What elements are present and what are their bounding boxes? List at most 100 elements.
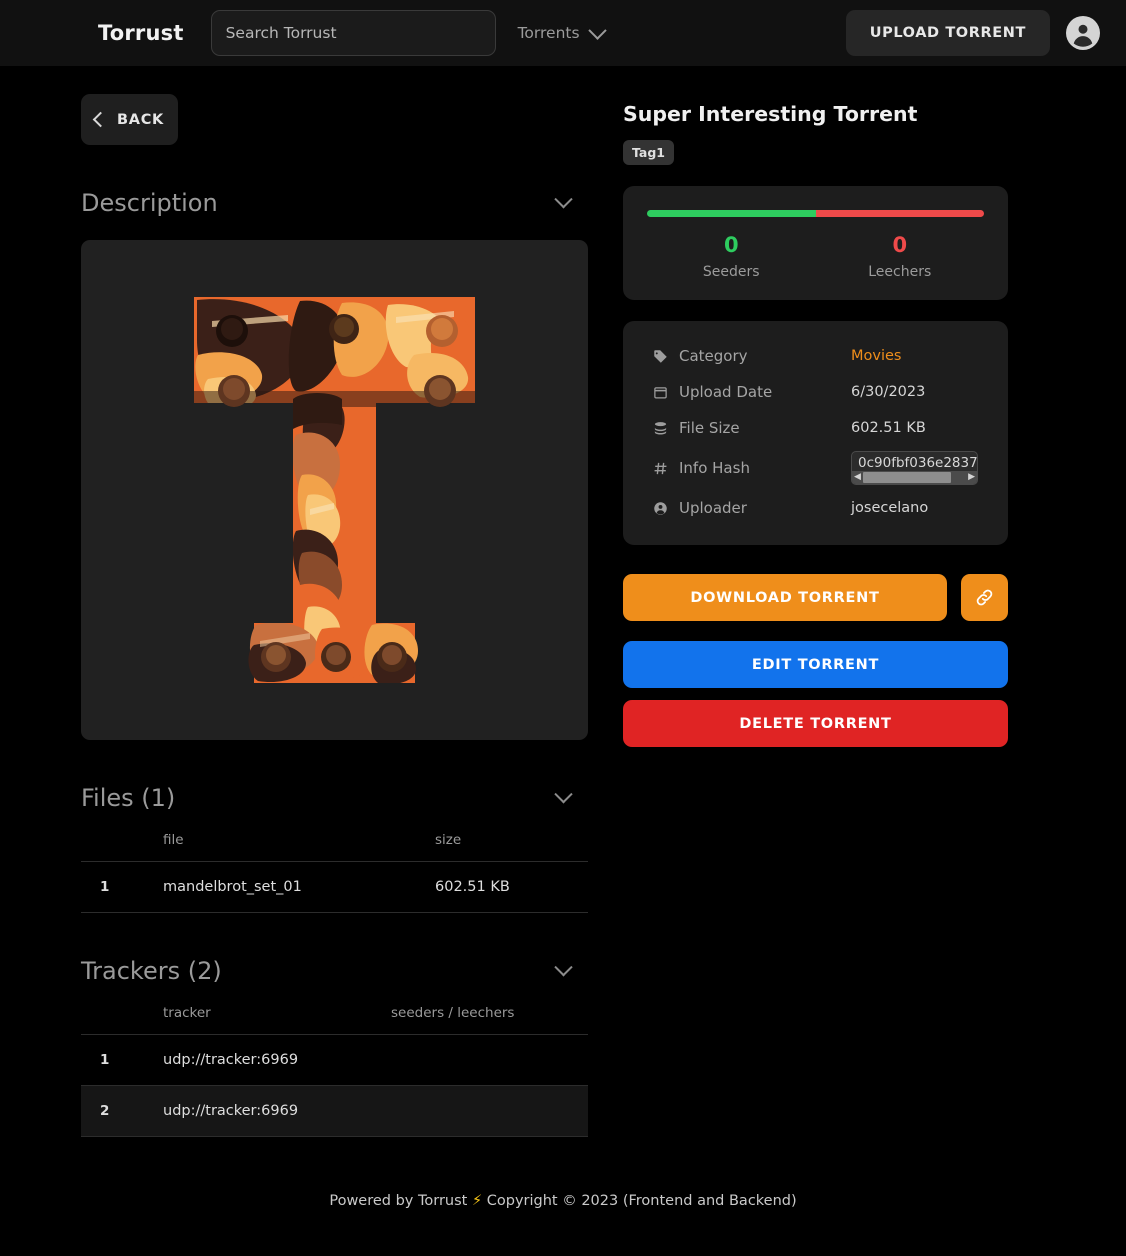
- detail-value-file-size: 602.51 KB: [851, 420, 926, 436]
- nav-torrents-label: Torrents: [517, 24, 580, 42]
- chevron-left-icon: [92, 111, 109, 128]
- tracker-row-index: 1: [81, 1034, 163, 1086]
- chevron-down-icon: [587, 20, 607, 40]
- section-title-description: Description: [81, 189, 218, 217]
- detail-key-category: Category: [679, 347, 748, 365]
- detail-row-category: Category Movies: [653, 338, 978, 374]
- calendar-icon: [653, 385, 679, 400]
- detail-key-uploader: Uploader: [679, 499, 747, 517]
- header-actions: UPLOAD TORRENT: [845, 10, 1100, 56]
- detail-key-upload-date: Upload Date: [679, 383, 773, 401]
- files-table: file size 1 mandelbrot_set_01 602.51 KB: [81, 832, 588, 913]
- tag-icon: [653, 349, 679, 364]
- files-col-file: file: [163, 832, 435, 862]
- table-row[interactable]: 1 mandelbrot_set_01 602.51 KB: [81, 861, 588, 913]
- detail-value-upload-date: 6/30/2023: [851, 384, 926, 400]
- trackers-col-index: [81, 1005, 163, 1035]
- seeders-stat: 0 Seeders: [647, 233, 816, 280]
- link-icon: [976, 589, 993, 606]
- left-column: BACK Description Files (1) file size 1 m…: [0, 94, 588, 1137]
- detail-row-info-hash: Info Hash 0c90fbf036e28370c1ec77 ◀ ▶: [653, 446, 978, 490]
- peers-card: 0 Seeders 0 Leechers: [623, 186, 1008, 300]
- info-hash-field[interactable]: 0c90fbf036e28370c1ec77 ◀ ▶: [851, 451, 978, 485]
- tracker-row-url: udp://tracker:6969: [163, 1034, 391, 1086]
- section-header-files[interactable]: Files (1): [81, 784, 588, 812]
- leechers-label: Leechers: [868, 264, 932, 280]
- torrust-t-logo-image: [194, 297, 475, 683]
- page-title: Super Interesting Torrent: [623, 102, 918, 126]
- section-title-trackers: Trackers (2): [81, 957, 222, 985]
- leechers-value: 0: [892, 233, 908, 257]
- trackers-col-peers: seeders / leechers: [391, 1005, 588, 1035]
- detail-row-upload-date: Upload Date 6/30/2023: [653, 374, 978, 410]
- brand-logo[interactable]: Torrust: [98, 21, 184, 45]
- scroll-left-arrow-icon[interactable]: ◀: [854, 473, 861, 482]
- peers-counts: 0 Seeders 0 Leechers: [647, 233, 984, 280]
- chevron-down-icon[interactable]: [554, 784, 573, 803]
- download-torrent-button[interactable]: DOWNLOAD TORRENT: [623, 574, 947, 621]
- page-content: BACK Description Files (1) file size 1 m…: [0, 66, 1126, 1137]
- tracker-row-peers: [391, 1085, 588, 1137]
- detail-row-file-size: File Size 602.51 KB: [653, 410, 978, 446]
- detail-key-file-size: File Size: [679, 419, 740, 437]
- copy-magnet-link-button[interactable]: [961, 574, 1008, 621]
- file-row-size: 602.51 KB: [435, 861, 588, 913]
- avatar[interactable]: [1066, 16, 1100, 50]
- primary-actions: DOWNLOAD TORRENT: [623, 574, 1008, 621]
- hash-icon: [653, 461, 679, 476]
- tracker-row-url: udp://tracker:6969: [163, 1085, 391, 1137]
- detail-value-category[interactable]: Movies: [851, 348, 901, 364]
- edit-torrent-button[interactable]: EDIT TORRENT: [623, 641, 1008, 688]
- user-avatar-icon: [1068, 18, 1098, 48]
- back-button-label: BACK: [117, 111, 164, 128]
- status-badge[interactable]: Tag1: [623, 140, 674, 165]
- section-title-files: Files (1): [81, 784, 176, 812]
- search-input-wrapper[interactable]: [210, 10, 496, 56]
- torrent-details-card: Category Movies Upload Date 6/30/2023 Fi…: [623, 321, 1008, 545]
- database-icon: [653, 421, 679, 436]
- file-row-index: 1: [81, 861, 163, 913]
- seeders-label: Seeders: [702, 264, 760, 280]
- trackers-col-tracker: tracker: [163, 1005, 391, 1035]
- table-row[interactable]: 1 udp://tracker:6969: [81, 1034, 588, 1086]
- table-header-row: tracker seeders / leechers: [81, 1005, 588, 1035]
- files-table-head: file size: [81, 832, 588, 862]
- files-col-size: size: [435, 832, 588, 862]
- trackers-table: tracker seeders / leechers 1 udp://track…: [81, 1005, 588, 1137]
- footer-suffix: Copyright © 2023 (Frontend and Backend): [486, 1193, 797, 1209]
- section-header-trackers[interactable]: Trackers (2): [81, 957, 588, 985]
- page-footer: Powered by Torrust ⚡ Copyright © 2023 (F…: [0, 1193, 1126, 1209]
- chevron-down-icon[interactable]: [554, 189, 573, 208]
- detail-value-uploader[interactable]: josecelano: [851, 500, 928, 516]
- tracker-row-peers: [391, 1034, 588, 1086]
- search-input[interactable]: [225, 24, 481, 42]
- trackers-table-body: 1 udp://tracker:6969 2 udp://tracker:696…: [81, 1034, 588, 1137]
- footer-prefix: Powered by Torrust: [329, 1193, 468, 1209]
- files-col-index: [81, 832, 163, 862]
- table-header-row: file size: [81, 832, 588, 862]
- peers-bar-seeders: [647, 210, 816, 217]
- scroll-right-arrow-icon[interactable]: ▶: [968, 473, 975, 482]
- user-icon: [653, 501, 679, 516]
- leechers-stat: 0 Leechers: [816, 233, 985, 280]
- peers-ratio-bar: [647, 210, 984, 217]
- delete-torrent-button[interactable]: DELETE TORRENT: [623, 700, 1008, 747]
- scrollbar-thumb[interactable]: [862, 472, 951, 483]
- seeders-value: 0: [723, 233, 739, 257]
- files-table-body: 1 mandelbrot_set_01 602.51 KB: [81, 861, 588, 913]
- tag-list: Tag1: [623, 140, 1008, 165]
- peers-bar-leechers: [815, 210, 984, 217]
- trackers-table-head: tracker seeders / leechers: [81, 1005, 588, 1035]
- app-header: Torrust Torrents UPLOAD TORRENT: [0, 0, 1126, 66]
- detail-row-uploader: Uploader josecelano: [653, 490, 978, 526]
- nav-torrents[interactable]: Torrents: [517, 20, 607, 42]
- chevron-down-icon[interactable]: [554, 957, 573, 976]
- table-row[interactable]: 2 udp://tracker:6969: [81, 1085, 588, 1137]
- description-image-panel: [81, 240, 588, 740]
- back-button[interactable]: BACK: [81, 94, 178, 145]
- tracker-row-index: 2: [81, 1085, 163, 1137]
- section-header-description[interactable]: Description: [81, 189, 588, 217]
- upload-torrent-button[interactable]: UPLOAD TORRENT: [845, 10, 1050, 56]
- detail-key-info-hash: Info Hash: [679, 459, 750, 477]
- file-row-name: mandelbrot_set_01: [163, 861, 435, 913]
